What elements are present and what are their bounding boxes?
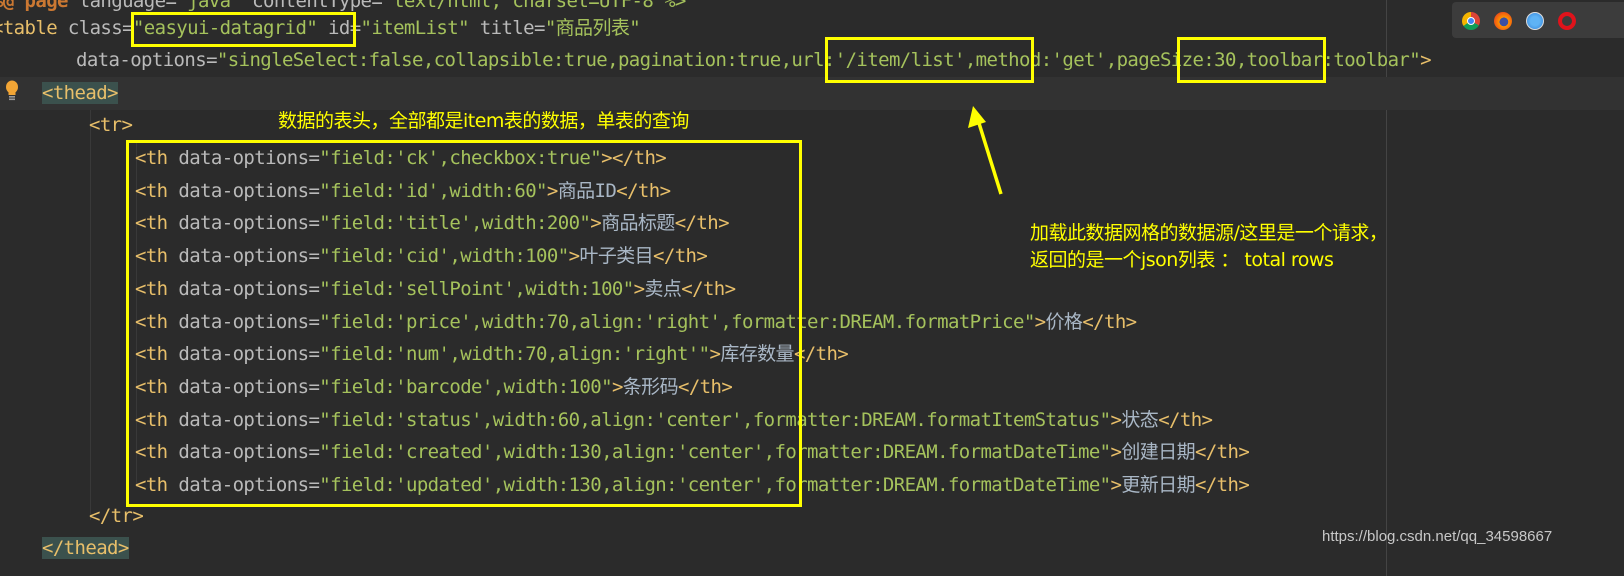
browser-preview-bar xyxy=(1452,2,1624,38)
firefox-icon[interactable] xyxy=(1494,12,1512,30)
chrome-icon[interactable] xyxy=(1462,12,1480,30)
code-editor[interactable]: %@ page language="java" contentType="tex… xyxy=(0,0,1624,576)
url-annotation-line2: 返回的是一个json列表 ： total rows xyxy=(1030,249,1334,271)
annotation-arrow-icon xyxy=(968,106,1003,195)
safari-icon[interactable] xyxy=(1526,12,1544,30)
url-annotation-line1: 加载此数据网格的数据源/这里是一个请求， xyxy=(1030,222,1388,244)
watermark: https://blog.csdn.net/qq_34598667 xyxy=(1322,528,1553,545)
opera-icon[interactable] xyxy=(1558,12,1576,30)
thead-annotation: 数据的表头，全部都是item表的数据，单表的查询 xyxy=(278,110,689,132)
